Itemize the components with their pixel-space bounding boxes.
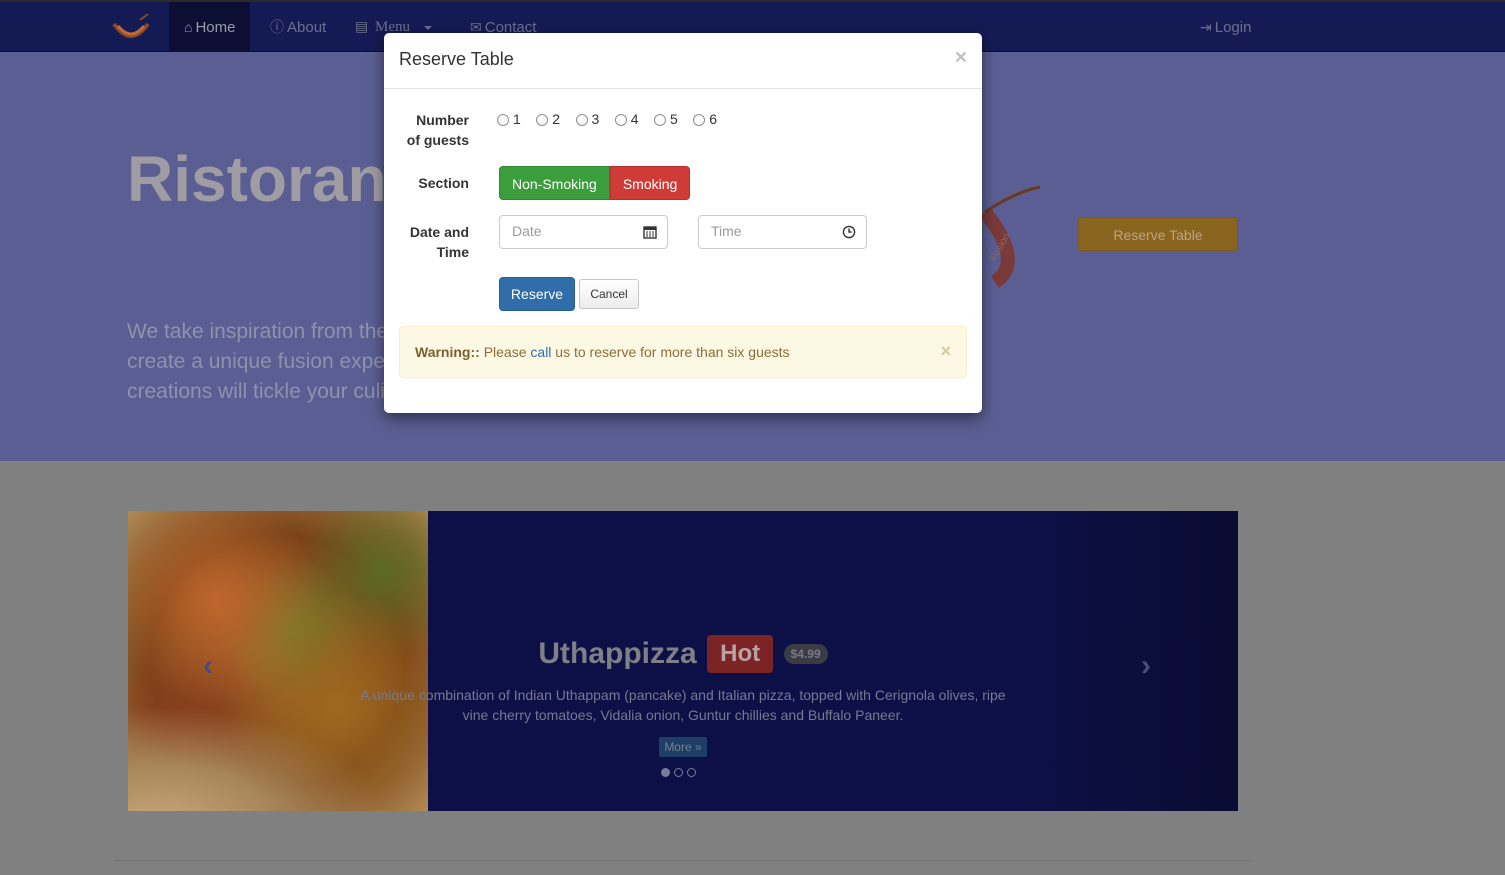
guests-radio-6[interactable]: 6 bbox=[693, 111, 717, 127]
warning-text-after: us to reserve for more than six guests bbox=[551, 344, 790, 360]
section-label: Section bbox=[418, 175, 469, 191]
carousel-indicator[interactable] bbox=[687, 768, 696, 777]
non-smoking-button[interactable]: Non-Smoking bbox=[499, 166, 610, 200]
call-link[interactable]: call bbox=[530, 344, 551, 360]
warning-strong: Warning:: bbox=[415, 344, 480, 360]
brand-logo[interactable] bbox=[110, 12, 152, 46]
header-reserve-table-button[interactable]: Reserve Table bbox=[1078, 217, 1238, 251]
guests-label-line2: of guests bbox=[406, 132, 469, 148]
datetime-label: Date and Time bbox=[399, 222, 469, 262]
calendar-icon[interactable] bbox=[643, 225, 657, 239]
warning-alert: Warning:: Please call us to reserve for … bbox=[399, 326, 967, 378]
dish-description: A unique combination of Indian Uthappam … bbox=[360, 687, 1006, 723]
clock-icon[interactable] bbox=[842, 225, 856, 239]
radio-circle-icon bbox=[536, 114, 549, 126]
carousel-indicator[interactable] bbox=[661, 768, 670, 777]
nav-login[interactable]: ⇥ Login bbox=[1185, 2, 1266, 52]
list-icon: ▤ bbox=[355, 20, 369, 35]
warning-text-before: Please bbox=[479, 344, 531, 360]
carousel-indicator[interactable] bbox=[674, 768, 683, 777]
radio-circle-icon bbox=[693, 114, 706, 126]
nav-login-label: Login bbox=[1214, 19, 1252, 36]
restaurant-logo: Fusion bbox=[979, 185, 1041, 288]
smoking-button[interactable]: Smoking bbox=[609, 166, 691, 200]
reserve-button[interactable]: Reserve bbox=[499, 277, 575, 311]
carousel-next-icon[interactable]: › bbox=[1141, 651, 1151, 681]
modal-header: Reserve Table × bbox=[384, 33, 982, 89]
more-button[interactable]: More » bbox=[659, 737, 707, 757]
divider bbox=[113, 860, 1253, 861]
guests-radio-4[interactable]: 4 bbox=[614, 111, 639, 127]
guests-radio-1[interactable]: 1 bbox=[497, 111, 521, 127]
radio-circle-icon bbox=[575, 114, 588, 126]
guests-radio-3[interactable]: 3 bbox=[575, 111, 599, 127]
cancel-button[interactable]: Cancel bbox=[579, 279, 639, 309]
datetime-label-line1: Date and bbox=[409, 224, 469, 240]
radio-circle-icon bbox=[654, 114, 666, 126]
modal-title: Reserve Table bbox=[399, 49, 514, 69]
datetime-label-line2: Time bbox=[436, 244, 469, 260]
guests-label-line1: Number bbox=[416, 112, 469, 128]
guests-radio-5[interactable]: 5 bbox=[654, 111, 678, 127]
chevron-down-icon bbox=[423, 25, 432, 30]
login-icon: ⇥ bbox=[1200, 19, 1212, 35]
dish-title: Uthappizza bbox=[538, 637, 697, 670]
warning-text: Warning:: Please call us to reserve for … bbox=[415, 344, 790, 360]
reserve-table-modal: Reserve Table × Number of guests 1 2 3 4… bbox=[384, 33, 982, 413]
guests-radio-2[interactable]: 2 bbox=[536, 111, 560, 127]
time-field[interactable] bbox=[698, 215, 867, 249]
nav-home[interactable]: ⌂ Home bbox=[169, 2, 251, 52]
carousel: ‹ › Uthappizza Hot $4.99 A unique combin… bbox=[128, 511, 1238, 811]
close-icon[interactable]: × bbox=[955, 47, 967, 68]
price-badge: $4.99 bbox=[783, 644, 828, 664]
nav-about[interactable]: ⓘ About bbox=[255, 2, 341, 52]
guests-radio-group: 1 2 3 4 5 6 bbox=[497, 111, 728, 129]
carousel-indicators bbox=[661, 764, 700, 782]
radio-circle-icon bbox=[614, 114, 627, 126]
nav-about-label: About bbox=[287, 19, 327, 36]
info-icon: ⓘ bbox=[270, 19, 284, 35]
time-input[interactable] bbox=[711, 223, 831, 239]
carousel-caption: Uthappizza Hot $4.99 A unique combinatio… bbox=[348, 635, 1018, 757]
guests-label: Number of guests bbox=[399, 110, 469, 150]
carousel-prev-icon[interactable]: ‹ bbox=[203, 651, 213, 681]
home-icon: ⌂ bbox=[184, 19, 193, 35]
date-field[interactable] bbox=[499, 215, 668, 249]
nav-home-label: Home bbox=[195, 19, 236, 36]
alert-close-icon[interactable]: × bbox=[940, 342, 951, 360]
hot-badge: Hot bbox=[707, 635, 774, 673]
section-toggle: Non-Smoking Smoking bbox=[499, 166, 691, 200]
radio-circle-icon bbox=[497, 114, 509, 126]
date-input[interactable] bbox=[512, 223, 632, 239]
